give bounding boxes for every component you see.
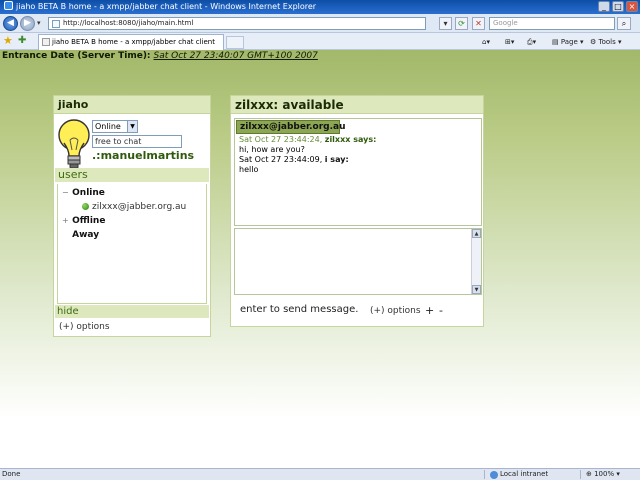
window-title: jiaho BETA B home - a xmpp/jabber chat c… (16, 2, 317, 11)
group-online[interactable]: − Online (62, 188, 105, 198)
window-titlebar: jiaho BETA B home - a xmpp/jabber chat c… (0, 0, 640, 14)
conversation-contact-label: zilxxx@jabber.org.au (236, 120, 346, 134)
message-input[interactable]: ▲ ▼ (234, 228, 482, 295)
status-divider (484, 470, 485, 479)
refresh-dropdown-icon[interactable]: ▾ (439, 17, 452, 30)
tools-menu[interactable]: ⚙ Tools ▾ (590, 36, 622, 48)
page-menu[interactable]: ▤ Page ▾ (552, 36, 584, 48)
users-header: users (55, 168, 209, 182)
status-select[interactable]: Online ▼ (92, 120, 138, 133)
stop-icon[interactable]: ✕ (472, 17, 485, 30)
forward-button[interactable]: ▶ (20, 16, 35, 31)
add-favorites-icon[interactable]: ✚ (18, 34, 26, 48)
hide-button[interactable]: hide (55, 305, 209, 318)
message-1-header: Sat Oct 27 23:44:09, i say: (239, 155, 349, 164)
message-1-text: hello (239, 165, 259, 174)
status-divider (580, 470, 581, 479)
history-dropdown-icon[interactable]: ▾ (37, 19, 41, 27)
status-bar: Done Local intranet ⊕ 100% ▾ (0, 468, 640, 480)
font-increase-button[interactable]: + (425, 304, 434, 317)
send-hint: enter to send message. (240, 304, 359, 315)
back-button[interactable]: ◀ (3, 16, 18, 31)
tab-main[interactable]: jiaho BETA B home - a xmpp/jabber chat c… (38, 34, 224, 50)
search-input[interactable]: Google (489, 17, 615, 30)
expand-toggle-icon[interactable]: + (62, 216, 69, 225)
chat-panel: zilxxx: available Sat Oct 27 23:44:24, z… (230, 95, 484, 327)
group-away[interactable]: Away (62, 230, 99, 240)
page-icon (52, 20, 60, 28)
favorites-star-icon[interactable]: ★ (3, 34, 13, 48)
my-username: .:manuelmartins (92, 149, 195, 162)
url-input[interactable]: http://localhost:8080/jiaho/main.html (48, 17, 426, 30)
contact-item[interactable]: zilxxx@jabber.org.au (82, 202, 186, 212)
font-decrease-button[interactable]: - (439, 304, 443, 317)
lightbulb-icon (58, 119, 90, 169)
globe-icon (490, 471, 498, 479)
maximize-button[interactable]: □ (612, 1, 624, 12)
roster-panel: jiaho Online ▼ free to chat .:manuelmart… (53, 95, 211, 337)
tab-page-icon (42, 38, 50, 46)
home-icon[interactable]: ⌂▾ (482, 36, 490, 48)
group-offline[interactable]: + Offline (62, 216, 105, 226)
security-zone: Local intranet (490, 469, 548, 480)
zoom-icon: ⊕ (586, 470, 595, 478)
address-bar: ◀ ▶ ▾ http://localhost:8080/jiaho/main.h… (0, 14, 640, 33)
message-0-text: hi, how are you? (239, 145, 305, 154)
users-list: − Online zilxxx@jabber.org.au + Offline … (57, 184, 207, 304)
chat-title: zilxxx: available (231, 96, 483, 114)
message-0-header: Sat Oct 27 23:44:24, zilxxx says: (239, 135, 377, 144)
entrance-date: Entrance Date (Server Time): Sat Oct 27 2… (2, 51, 318, 61)
zoom-level[interactable]: ⊕ 100% ▾ (586, 469, 620, 480)
message-input-scrollbar[interactable]: ▲ ▼ (471, 229, 481, 294)
roster-options-link[interactable]: (+) options (59, 322, 110, 332)
scroll-up-icon[interactable]: ▲ (472, 229, 481, 238)
chevron-down-icon: ▼ (127, 121, 137, 132)
conversation-log: Sat Oct 27 23:44:24, zilxxx says: hi, ho… (234, 118, 482, 226)
feeds-icon[interactable]: ⊞▾ (505, 36, 514, 48)
close-button[interactable]: × (626, 1, 638, 12)
roster-title: jiaho (54, 96, 210, 114)
chat-options-link[interactable]: (+) options (370, 306, 421, 316)
tab-bar: ★ ✚ jiaho BETA B home - a xmpp/jabber ch… (0, 33, 640, 50)
status-text: Done (2, 470, 21, 478)
tools-gear-icon: ⚙ (590, 38, 599, 46)
scroll-down-icon[interactable]: ▼ (472, 285, 481, 294)
minimize-button[interactable]: _ (598, 1, 610, 12)
refresh-icon[interactable]: ⟳ (455, 17, 468, 30)
collapse-toggle-icon[interactable]: − (62, 188, 69, 197)
online-status-icon (82, 203, 89, 210)
search-icon[interactable]: ⌕ (617, 17, 631, 30)
entrance-date-value[interactable]: Sat Oct 27 23:40:07 GMT+100 2007 (154, 51, 318, 61)
page-content: Entrance Date (Server Time): Sat Oct 27 2… (0, 50, 640, 468)
print-icon[interactable]: ⎙▾ (527, 36, 536, 48)
new-tab-button[interactable] (226, 36, 244, 49)
status-message-input[interactable]: free to chat (92, 135, 182, 148)
page-menu-icon: ▤ (552, 38, 561, 46)
ie-icon (4, 1, 13, 10)
